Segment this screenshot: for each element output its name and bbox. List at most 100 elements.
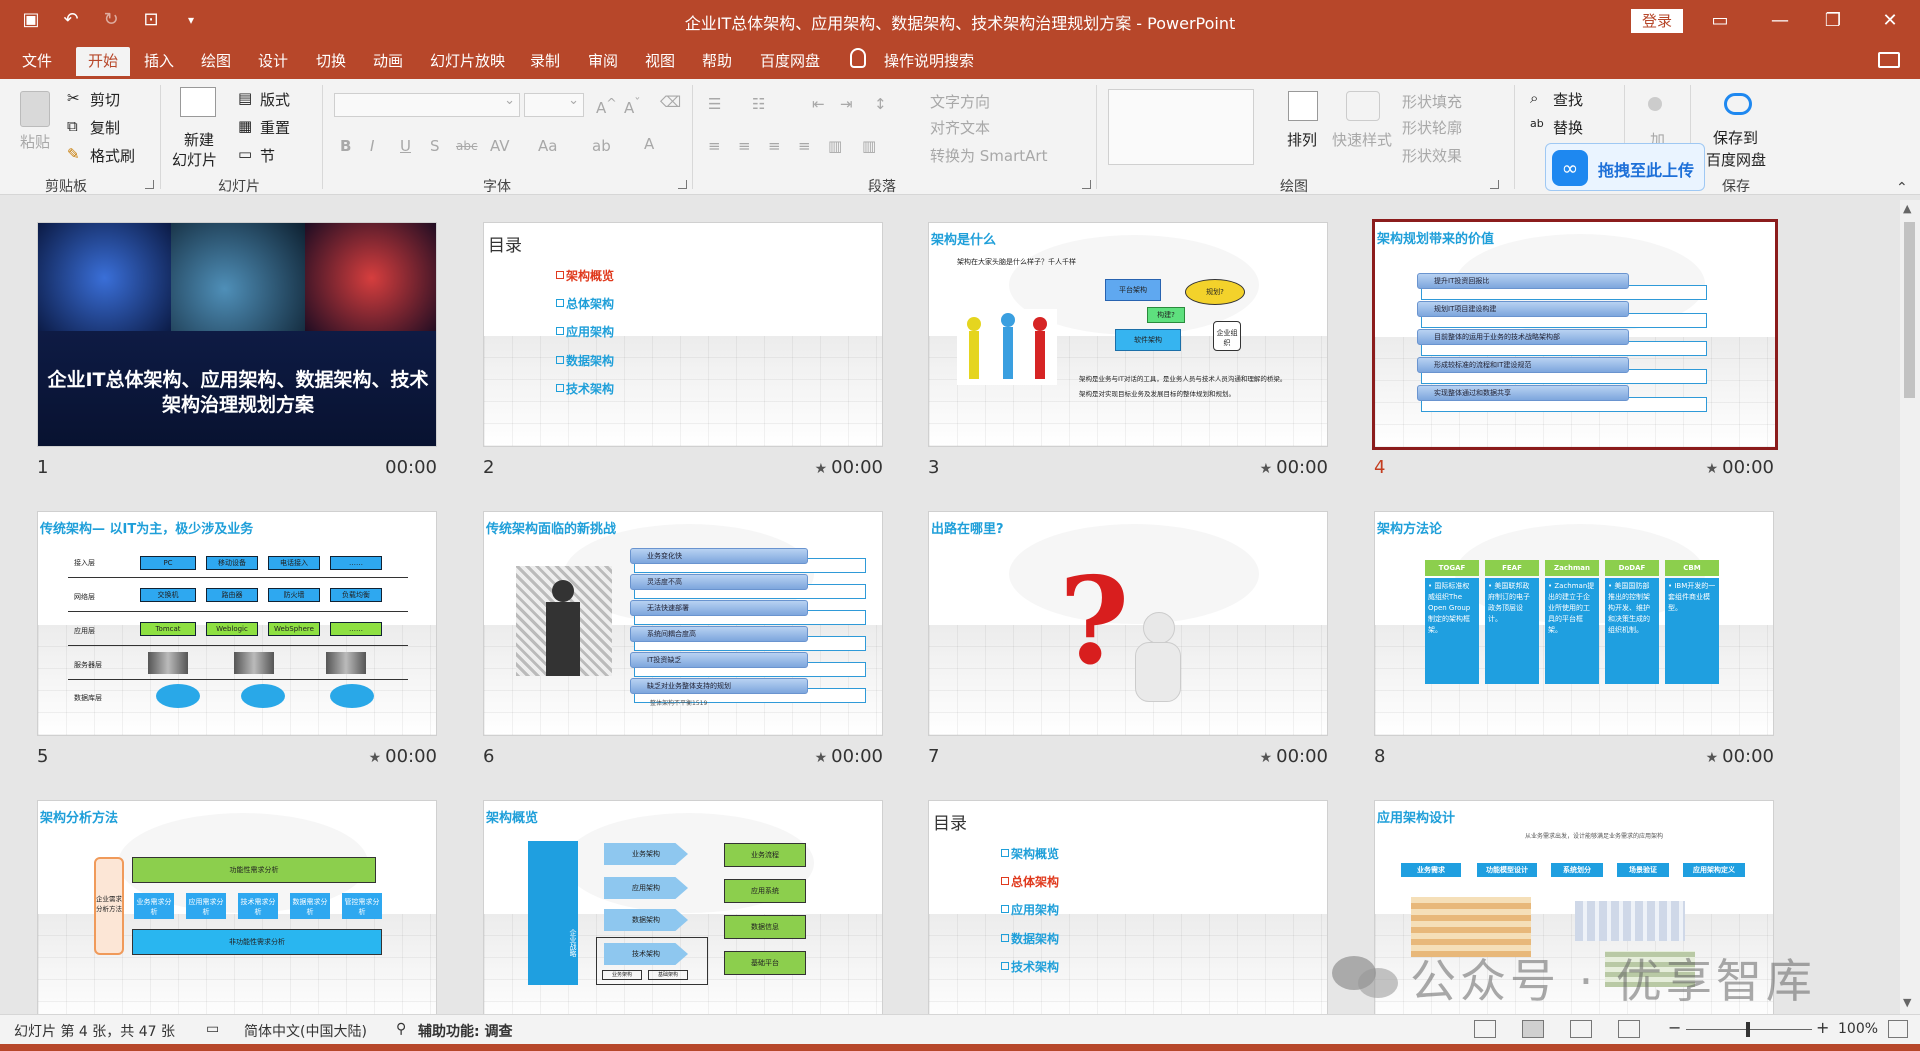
slide-thumbnail-5[interactable]: 传统架构— 以IT为主，极少涉及业务 接入层 网络层 应用层 服务器层 数据库层… [37, 511, 437, 736]
replace-button[interactable]: 替换 [1553, 117, 1583, 138]
save-to-baidu-line1[interactable]: 保存到 [1713, 127, 1758, 148]
minimize-icon[interactable]: — [1760, 6, 1800, 36]
justify-icon[interactable]: ≡ [798, 137, 811, 155]
scroll-down-icon[interactable]: ▼ [1903, 996, 1911, 1009]
arrange-icon[interactable] [1288, 91, 1318, 121]
shadow-icon[interactable]: S [430, 137, 440, 155]
font-dialog-launcher[interactable] [678, 180, 687, 189]
shape-effects-button[interactable]: 形状效果 [1402, 145, 1462, 166]
tab-baidu-netdisk[interactable]: 百度网盘 [760, 49, 820, 79]
tab-home[interactable]: 开始 [76, 47, 131, 79]
close-icon[interactable]: ✕ [1870, 6, 1910, 36]
zoom-slider-thumb[interactable] [1746, 1022, 1750, 1037]
tab-view[interactable]: 视图 [645, 49, 675, 79]
maximize-icon[interactable]: ❐ [1813, 6, 1853, 36]
zoom-level[interactable]: 100% [1838, 1021, 1878, 1037]
section-button[interactable]: 节 [260, 145, 275, 166]
tab-transitions[interactable]: 切换 [316, 49, 346, 79]
cut-icon[interactable]: ✂ [67, 89, 80, 107]
convert-smartart-button[interactable]: 转换为 SmartArt [930, 145, 1047, 166]
bullets-icon[interactable]: ☰ [708, 95, 721, 113]
tab-design[interactable]: 设计 [258, 49, 288, 79]
replace-icon[interactable]: ab [1530, 117, 1544, 130]
underline-icon[interactable]: U [400, 137, 411, 155]
slide-thumbnail-11[interactable]: 目录 架构概览 总体架构 应用架构 数据架构 技术架构 [928, 800, 1328, 1014]
italic-icon[interactable]: I [370, 137, 374, 155]
tab-draw[interactable]: 绘图 [201, 49, 231, 79]
tab-slideshow[interactable]: 幻灯片放映 [430, 49, 505, 79]
bold-icon[interactable]: B [340, 137, 351, 155]
addin-icon[interactable] [1648, 97, 1662, 111]
clipboard-dialog-launcher[interactable] [145, 180, 154, 189]
shape-outline-button[interactable]: 形状轮廓 [1402, 117, 1462, 138]
paragraph-dialog-launcher[interactable] [1082, 180, 1091, 189]
slide-sorter-view-icon[interactable] [1522, 1020, 1544, 1038]
spellcheck-icon[interactable]: ▭ [206, 1021, 219, 1037]
normal-view-icon[interactable] [1474, 1020, 1496, 1038]
comments-icon[interactable] [1878, 52, 1900, 68]
tab-review[interactable]: 审阅 [588, 49, 618, 79]
layout-button[interactable]: 版式 [260, 89, 290, 110]
tab-insert[interactable]: 插入 [144, 49, 174, 79]
slide-thumbnail-8[interactable]: 架构方法论 TOGAF • 国际标准权威组织The Open Group制定的架… [1374, 511, 1774, 736]
layout-icon[interactable]: ▤ [238, 89, 252, 107]
text-direction-button[interactable]: 文字方向 [930, 91, 990, 112]
vertical-scrollbar[interactable]: ▲ ▼ [1900, 200, 1920, 1014]
change-case-icon[interactable]: Aa [538, 137, 557, 155]
save-to-baidu-line2[interactable]: 百度网盘 [1706, 149, 1766, 170]
fit-to-window-icon[interactable] [1888, 1020, 1908, 1038]
slide-thumbnail-6[interactable]: 传统架构面临的新挑战 业务变化快 灵活度不高 无法快速部署 系统间耦合度高 IT… [483, 511, 883, 736]
decrease-indent-icon[interactable]: ⇤ [812, 95, 825, 113]
format-painter-icon[interactable]: ✎ [67, 145, 80, 163]
slide-thumbnail-9[interactable]: 架构分析方法 企业需求分析方法 功能性需求分析 业务需求分析 应用需求分析 技术… [37, 800, 437, 1014]
drawing-dialog-launcher[interactable] [1490, 180, 1499, 189]
copy-button[interactable]: 复制 [90, 117, 120, 138]
align-right-icon[interactable]: ≡ [768, 137, 781, 155]
accessibility-status[interactable]: 辅助功能: 调查 [418, 1021, 512, 1041]
quick-styles-button[interactable]: 快速样式 [1332, 129, 1392, 150]
align-text-button[interactable]: 对齐文本 [930, 117, 990, 138]
paste-icon[interactable] [20, 91, 50, 127]
scroll-up-icon[interactable]: ▲ [1903, 202, 1911, 215]
shapes-gallery[interactable] [1108, 89, 1254, 165]
baidu-upload-button[interactable]: ∞ 拖拽至此上传 [1545, 143, 1705, 191]
numbering-icon[interactable]: ☷ [752, 95, 765, 113]
slide-thumbnail-3[interactable]: 架构是什么 架构在大家头脑是什么样子？千人千样 平台架构 规划? 构建? 软件架… [928, 222, 1328, 447]
reset-icon[interactable]: ▦ [238, 117, 252, 135]
font-name-combo[interactable] [334, 93, 520, 117]
login-button[interactable]: 登录 [1631, 9, 1683, 33]
ribbon-display-options-icon[interactable]: ▭ [1700, 6, 1740, 36]
tab-file[interactable]: 文件 [22, 49, 52, 79]
shape-fill-button[interactable]: 形状填充 [1402, 91, 1462, 112]
accessibility-icon[interactable]: ⚲ [396, 1021, 406, 1037]
align-center-icon[interactable]: ≡ [738, 137, 751, 155]
slide-thumbnail-1[interactable]: 企业IT总体架构、应用架构、数据架构、技术架构治理规划方案 [37, 222, 437, 447]
font-color-icon[interactable]: A [644, 135, 654, 153]
language-indicator[interactable]: 简体中文(中国大陆) [244, 1021, 367, 1041]
quick-styles-icon[interactable] [1346, 91, 1380, 121]
find-button[interactable]: 查找 [1553, 89, 1583, 110]
strikethrough-icon[interactable]: abc [456, 139, 478, 153]
char-spacing-icon[interactable]: AV [490, 137, 510, 155]
paste-button[interactable]: 粘贴 [20, 131, 50, 152]
tab-animations[interactable]: 动画 [373, 49, 403, 79]
tell-me-search[interactable]: 操作说明搜索 [884, 49, 974, 79]
new-slide-label-1[interactable]: 新建 [184, 129, 214, 150]
distributed-icon[interactable]: ▥ [828, 137, 842, 155]
scroll-thumb[interactable] [1904, 222, 1915, 398]
slideshow-view-icon[interactable] [1618, 1020, 1640, 1038]
slide-thumbnail-4[interactable]: 架构规划带来的价值 提升IT投资回报比 规划IT项目建设构建 目前整体的运用于业… [1372, 219, 1778, 450]
reading-view-icon[interactable] [1570, 1020, 1592, 1038]
columns-icon[interactable]: ▥ [862, 137, 876, 155]
section-icon[interactable]: ▭ [238, 145, 252, 163]
arrange-button[interactable]: 排列 [1287, 129, 1317, 150]
find-icon[interactable]: ⌕ [1530, 89, 1538, 107]
decrease-font-icon[interactable]: Aˇ [624, 95, 641, 117]
align-left-icon[interactable]: ≡ [708, 137, 721, 155]
slide-thumbnail-2[interactable]: 目录 架构概览 总体架构 应用架构 数据架构 技术架构 [483, 222, 883, 447]
increase-font-icon[interactable]: A^ [596, 95, 617, 117]
new-slide-icon[interactable] [180, 87, 216, 117]
font-size-combo[interactable] [524, 93, 584, 117]
line-spacing-icon[interactable]: ↕ [874, 95, 887, 113]
slide-thumbnail-10[interactable]: 架构概览 企业战略 业务架构 应用架构 数据架构 技术架构 业务架构 基础架构 … [483, 800, 883, 1014]
